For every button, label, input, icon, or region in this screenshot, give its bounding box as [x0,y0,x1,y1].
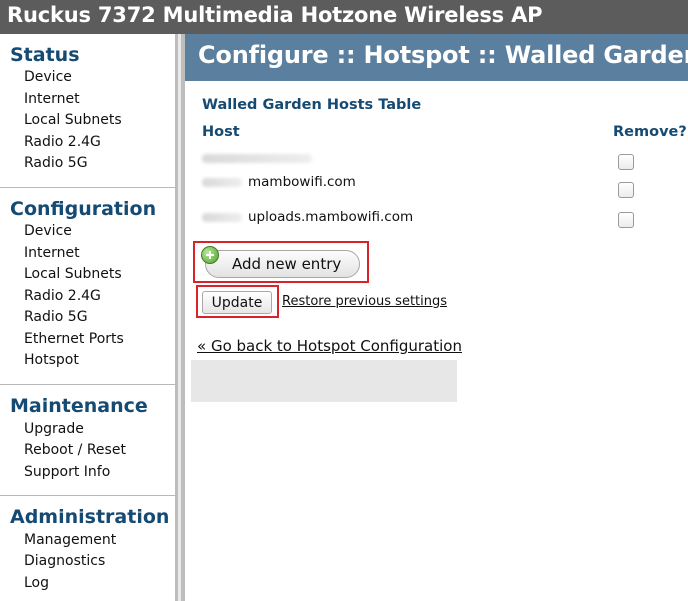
table-row: uploads.mambowifi.com [202,209,413,225]
table-row [202,150,318,166]
remove-checkbox[interactable] [618,182,634,198]
back-to-hotspot-link[interactable]: « Go back to Hotspot Configuration [197,337,462,355]
sidebar-item-support-info[interactable]: Support Info [24,464,110,480]
add-new-entry-button[interactable]: Add new entry [205,250,360,278]
table-row: mambowifi.com [202,174,356,190]
sidebar-item-config-local-subnets[interactable]: Local Subnets [24,266,122,282]
column-header-host: Host [202,124,240,140]
sidebar-item-reboot-reset[interactable]: Reboot / Reset [24,442,126,458]
sidebar-divider-highlight [178,34,181,601]
remove-checkbox[interactable] [618,212,634,228]
sidebar-item-upgrade[interactable]: Upgrade [24,421,84,437]
sidebar-item-config-radio-24g[interactable]: Radio 2.4G [24,288,101,304]
sidebar-item-config-radio-5g[interactable]: Radio 5G [24,309,88,325]
add-new-entry-label: Add new entry [232,255,342,273]
sidebar-section-maintenance: Maintenance [10,395,148,417]
redacted-text [202,153,312,163]
sidebar-separator [0,187,175,188]
page-header: Configure :: Hotspot :: Walled Garden [185,34,688,81]
page-title: Configure :: Hotspot :: Walled Garden [198,41,688,69]
sidebar-item-status-radio-24g[interactable]: Radio 2.4G [24,134,101,150]
column-header-remove: Remove? [613,124,687,140]
sidebar-section-status: Status [10,44,80,66]
sidebar-section-administration: Administration [10,506,170,528]
app-titlebar: Ruckus 7372 Multimedia Hotzone Wireless … [0,0,688,34]
sidebar-item-config-hotspot[interactable]: Hotspot [24,352,79,368]
host-value: mambowifi.com [248,174,356,190]
restore-previous-settings-link[interactable]: Restore previous settings [282,294,447,309]
sidebar-separator [0,384,175,385]
footer-panel [191,360,457,402]
sidebar-item-status-local-subnets[interactable]: Local Subnets [24,112,122,128]
table-title: Walled Garden Hosts Table [202,97,422,113]
redacted-text [202,212,242,222]
sidebar-item-management[interactable]: Management [24,532,116,548]
sidebar-item-config-device[interactable]: Device [24,223,72,239]
sidebar-section-configuration: Configuration [10,198,157,220]
redacted-text [202,177,242,187]
sidebar-separator [0,495,175,496]
sidebar-item-status-radio-5g[interactable]: Radio 5G [24,155,88,171]
remove-checkbox[interactable] [618,154,634,170]
sidebar-item-status-internet[interactable]: Internet [24,91,80,107]
sidebar-item-config-internet[interactable]: Internet [24,245,80,261]
update-button[interactable]: Update [202,291,272,314]
plus-icon [201,246,219,264]
sidebar-item-diagnostics[interactable]: Diagnostics [24,553,105,569]
sidebar-item-log[interactable]: Log [24,575,49,591]
sidebar-item-config-ethernet-ports[interactable]: Ethernet Ports [24,331,124,347]
app-title: Ruckus 7372 Multimedia Hotzone Wireless … [7,3,543,27]
host-value: uploads.mambowifi.com [248,209,414,225]
sidebar-item-status-device[interactable]: Device [24,69,72,85]
